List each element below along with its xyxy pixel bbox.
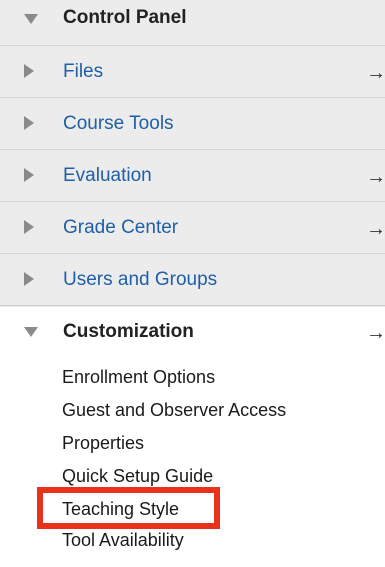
menu-item-label: Files [63, 61, 104, 82]
arrow-right-icon[interactable]: → [366, 167, 385, 187]
submenu-item-enrollment-options[interactable]: Enrollment Options [62, 366, 215, 388]
submenu-item-guest-and-observer-access[interactable]: Guest and Observer Access [62, 399, 286, 421]
triangle-right-icon [24, 116, 34, 130]
submenu-item-quick-setup-guide[interactable]: Quick Setup Guide [62, 465, 213, 487]
triangle-down-icon [24, 14, 38, 24]
triangle-right-icon [24, 168, 34, 182]
control-panel-title: Control Panel [63, 7, 187, 28]
control-panel-header[interactable]: Control Panel [0, 0, 385, 46]
menu-item-evaluation[interactable]: Evaluation → [0, 150, 385, 202]
menu-item-grade-center[interactable]: Grade Center → [0, 202, 385, 254]
customization-header[interactable]: Customization → [0, 312, 385, 352]
triangle-down-icon [24, 327, 38, 337]
course-menu-panel: Control Panel Files → Course Tools Evalu… [0, 0, 385, 567]
submenu-item-properties[interactable]: Properties [62, 432, 144, 454]
menu-item-label: Users and Groups [63, 269, 218, 290]
submenu-item-tool-availability[interactable]: Tool Availability [62, 529, 184, 551]
arrow-right-icon[interactable]: → [366, 219, 385, 239]
triangle-right-icon [24, 64, 34, 78]
customization-title: Customization [63, 321, 194, 342]
menu-item-label: Grade Center [63, 217, 179, 238]
control-panel-section: Control Panel Files → Course Tools Evalu… [0, 0, 385, 307]
menu-item-label: Evaluation [63, 165, 152, 186]
arrow-right-icon[interactable]: → [366, 63, 385, 83]
menu-item-label: Course Tools [63, 113, 174, 134]
menu-item-files[interactable]: Files → [0, 46, 385, 98]
arrow-right-icon[interactable]: → [366, 323, 385, 343]
triangle-right-icon [24, 272, 34, 286]
triangle-right-icon [24, 220, 34, 234]
menu-item-users-and-groups[interactable]: Users and Groups [0, 254, 385, 306]
submenu-item-teaching-style[interactable]: Teaching Style [62, 498, 179, 520]
menu-item-course-tools[interactable]: Course Tools [0, 98, 385, 150]
